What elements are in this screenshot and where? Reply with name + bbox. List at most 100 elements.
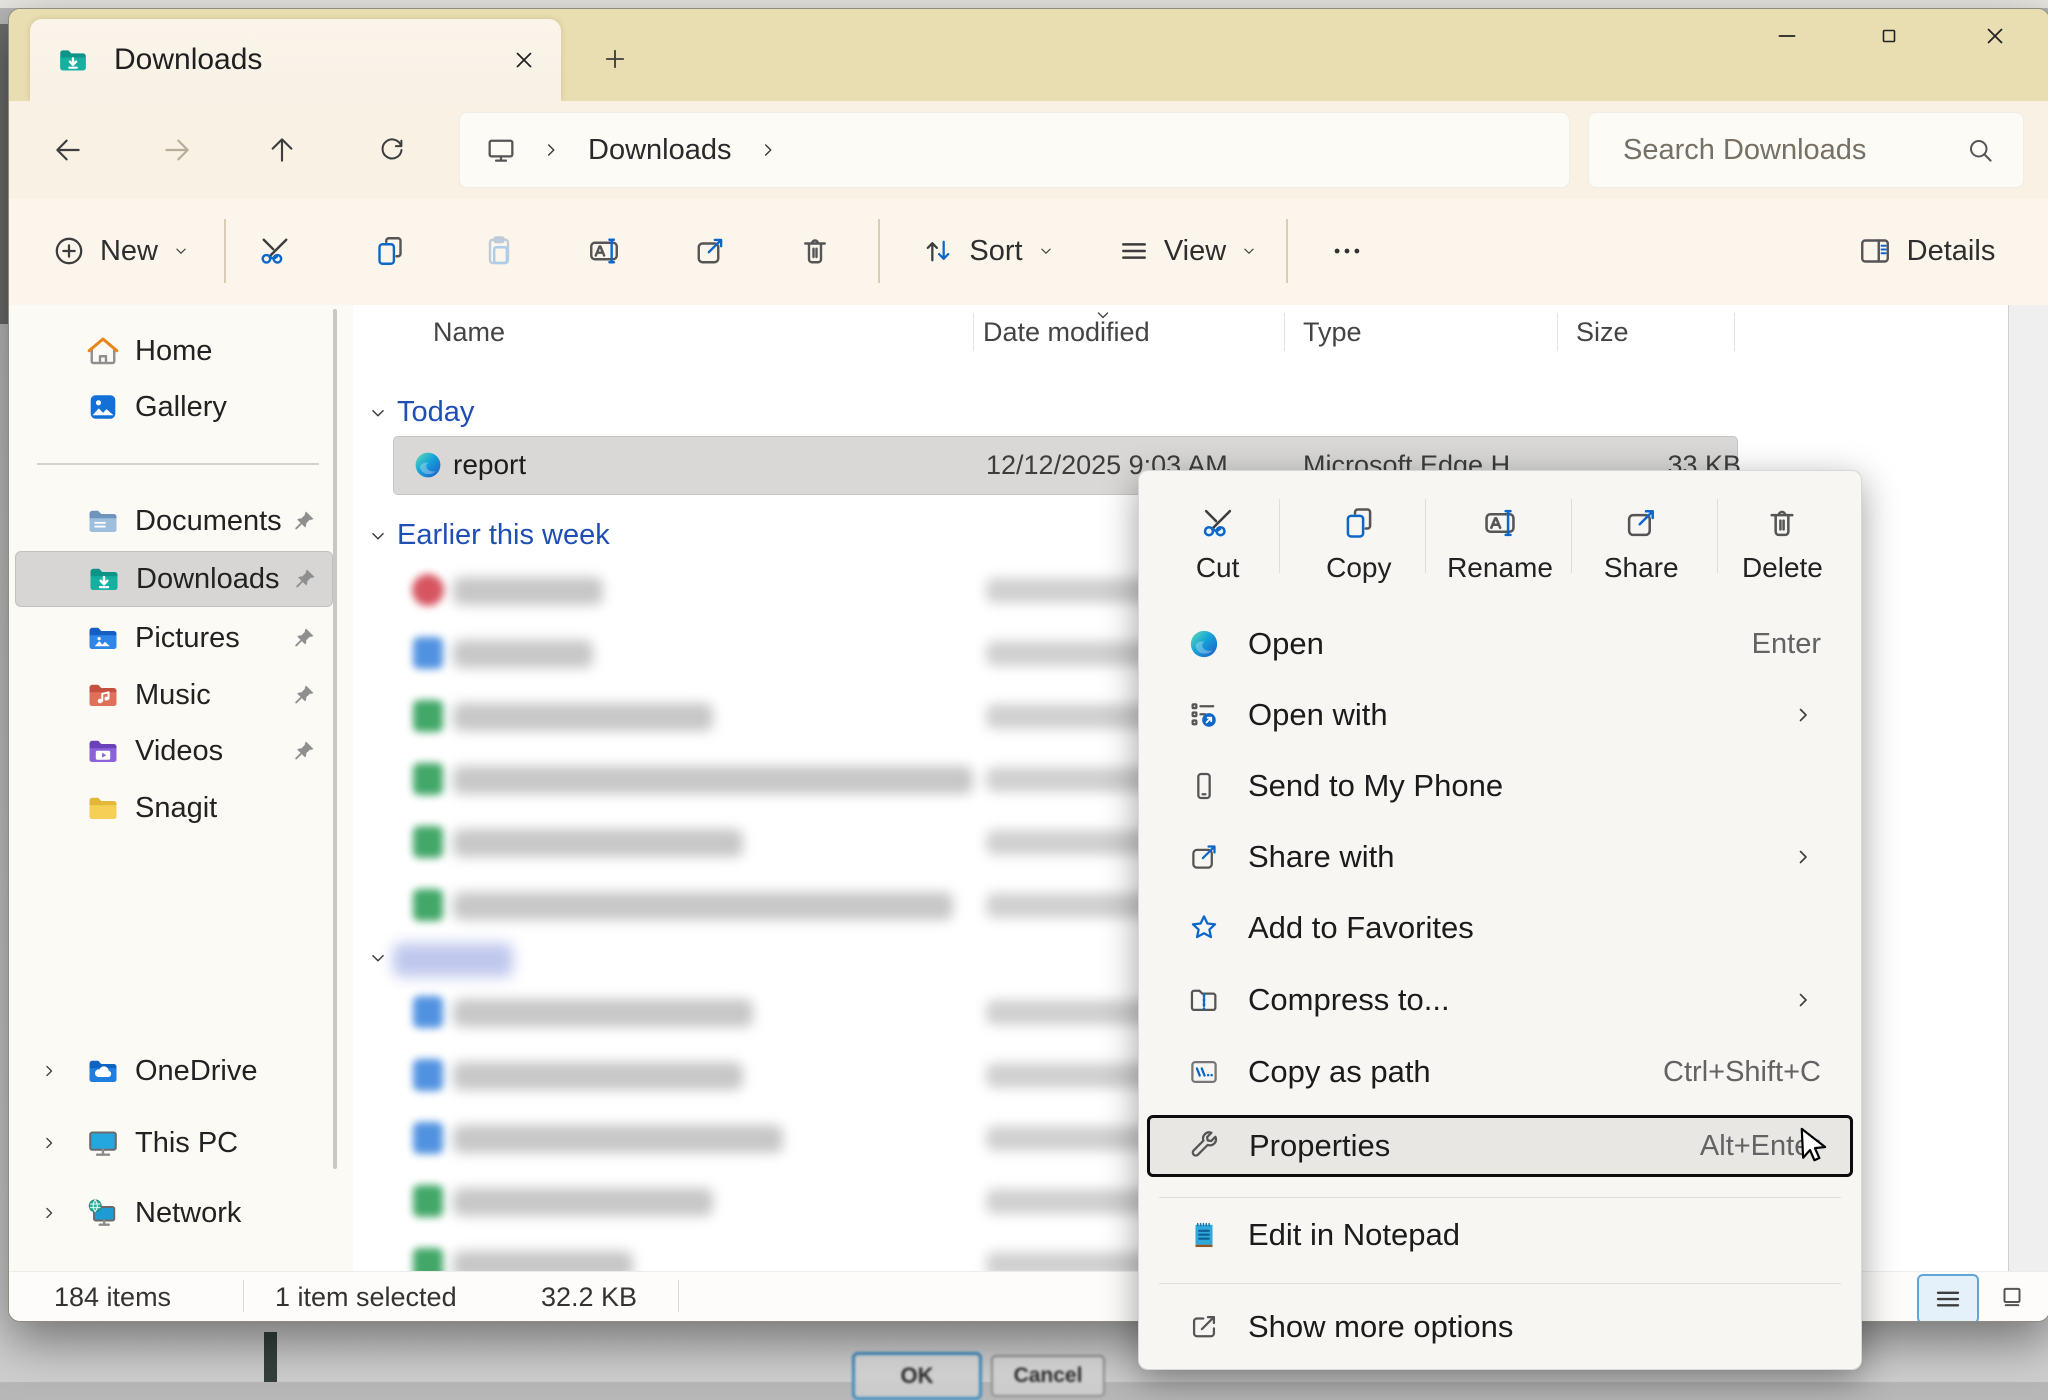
paste-button[interactable] [470, 199, 528, 303]
forward-button[interactable] [149, 122, 205, 178]
sidebar-item-onedrive[interactable]: OneDrive [15, 1044, 331, 1098]
chevron-down-icon[interactable] [367, 947, 389, 969]
folder-pictures-icon [85, 620, 121, 656]
rename-button[interactable] [575, 199, 633, 303]
menu-item-share-with[interactable]: Share with [1149, 826, 1851, 888]
details-pane-button[interactable]: Details [1833, 199, 2019, 303]
sidebar-item-music[interactable]: Music [15, 668, 331, 722]
background-cancel-button[interactable]: Cancel [991, 1355, 1105, 1397]
menu-divider [1159, 1197, 1841, 1198]
column-header-size[interactable]: Size [1576, 317, 1629, 348]
quick-action-share[interactable]: Share [1571, 485, 1712, 603]
sort-arrows-icon [921, 234, 955, 268]
column-header-name[interactable]: Name [433, 317, 505, 348]
new-tab-button[interactable] [589, 33, 641, 85]
quick-action-label: Copy [1326, 552, 1391, 584]
pin-icon [291, 508, 317, 534]
chevron-right-icon[interactable] [39, 1133, 59, 1153]
menu-item-send-to-my-phone[interactable]: Send to My Phone [1149, 755, 1851, 817]
menu-item-open-with[interactable]: Open with [1149, 684, 1851, 746]
this-pc-icon [85, 1125, 121, 1161]
file-icon-redacted [411, 1121, 445, 1155]
sidebar-item-videos[interactable]: Videos [15, 724, 331, 778]
menu-item-copy-as-path[interactable]: Copy as pathCtrl+Shift+C [1149, 1041, 1851, 1103]
sidebar-item-snagit[interactable]: Snagit [15, 781, 331, 835]
minimize-button[interactable] [1756, 13, 1818, 59]
details-view-toggle[interactable] [1917, 1274, 1979, 1322]
chevron-down-icon[interactable] [367, 402, 389, 424]
new-button[interactable]: New [39, 199, 203, 303]
file-icon-redacted [411, 825, 445, 859]
chevron-right-icon[interactable] [39, 1203, 59, 1223]
breadcrumb-chevron-icon[interactable] [757, 139, 779, 161]
menu-item-add-to-favorites[interactable]: Add to Favorites [1149, 897, 1851, 959]
menu-item-compress-to-[interactable]: Compress to... [1149, 969, 1851, 1031]
chevron-right-icon [1785, 988, 1821, 1012]
tab-downloads[interactable]: Downloads [30, 19, 561, 101]
menu-item-open[interactable]: OpenEnter [1149, 613, 1851, 675]
address-bar[interactable]: Downloads [459, 112, 1570, 188]
copy-path-icon [1186, 1055, 1222, 1089]
column-separator[interactable] [1734, 313, 1735, 351]
sidebar-item-gallery[interactable]: Gallery [15, 380, 331, 434]
sidebar-item-network[interactable]: Network [15, 1186, 331, 1240]
details-pane-icon [1857, 233, 1893, 269]
quick-actions-separator [1571, 499, 1572, 573]
menu-item-edit-in-notepad[interactable]: Edit in Notepad [1149, 1204, 1851, 1266]
column-header-type[interactable]: Type [1303, 317, 1362, 348]
tab-close-icon[interactable] [501, 37, 547, 83]
up-button[interactable] [254, 122, 310, 178]
search-placeholder: Search Downloads [1623, 134, 1965, 167]
breadcrumb-downloads[interactable]: Downloads [588, 134, 731, 167]
sidebar-item-home[interactable]: Home [15, 324, 331, 378]
breadcrumb-chevron-icon[interactable] [540, 139, 562, 161]
titlebar: Downloads [9, 9, 2048, 101]
column-separator[interactable] [973, 313, 974, 351]
column-header-date-modified[interactable]: Date modified [983, 317, 1150, 348]
navigation-pane: HomeGallery Documents Downloads PicturesMus… [9, 305, 353, 1271]
search-icon[interactable] [1965, 135, 1995, 165]
file-name: report [453, 449, 526, 481]
sidebar-item-pictures[interactable]: Pictures [15, 611, 331, 665]
copy-button[interactable] [361, 199, 419, 303]
more-options-button[interactable] [1315, 199, 1379, 303]
chevron-down-icon[interactable] [367, 525, 389, 547]
group-header[interactable]: Today [353, 388, 2013, 434]
close-button[interactable] [1964, 13, 2026, 59]
chevron-right-icon[interactable] [39, 1061, 59, 1081]
pane-scrollbar[interactable] [333, 309, 337, 1169]
quick-action-delete[interactable]: Delete [1712, 485, 1853, 603]
quick-action-copy[interactable]: Copy [1288, 485, 1429, 603]
view-button[interactable]: View [1102, 199, 1274, 303]
pin-icon [291, 738, 317, 764]
gallery-icon [85, 389, 121, 425]
column-separator[interactable] [1284, 313, 1285, 351]
open-with-icon [1186, 698, 1222, 732]
sidebar-item-downloads[interactable]: Downloads [15, 551, 333, 607]
icons-view-toggle[interactable] [1983, 1274, 2041, 1320]
sidebar-item-label: Downloads [136, 563, 279, 596]
menu-item-show-more-options[interactable]: Show more options [1149, 1296, 1851, 1358]
menu-item-properties[interactable]: PropertiesAlt+Enter [1147, 1115, 1853, 1177]
maximize-button[interactable] [1858, 13, 1920, 59]
file-list-scrollbar[interactable] [2008, 305, 2048, 1271]
sidebar-item-this-pc[interactable]: This PC [15, 1116, 331, 1170]
search-box[interactable]: Search Downloads [1588, 112, 2024, 188]
cut-button[interactable] [246, 199, 304, 303]
sidebar-item-documents[interactable]: Documents [15, 494, 331, 548]
quick-action-rename[interactable]: Rename [1429, 485, 1570, 603]
background-ok-button[interactable]: OK [852, 1352, 982, 1400]
file-icon-redacted [411, 1058, 445, 1092]
refresh-button[interactable] [364, 122, 420, 178]
delete-button[interactable] [786, 199, 844, 303]
selection-size: 32.2 KB [541, 1282, 637, 1313]
menu-item-label: Open [1248, 626, 1752, 662]
share-button[interactable] [681, 199, 739, 303]
quick-action-cut[interactable]: Cut [1147, 485, 1288, 603]
back-button[interactable] [40, 122, 96, 178]
column-headers: Name Date modified Type Size [353, 305, 2013, 361]
sort-button[interactable]: Sort [902, 199, 1074, 303]
menu-item-label: Share with [1248, 839, 1748, 875]
column-separator[interactable] [1557, 313, 1558, 351]
onedrive-icon [85, 1053, 121, 1089]
